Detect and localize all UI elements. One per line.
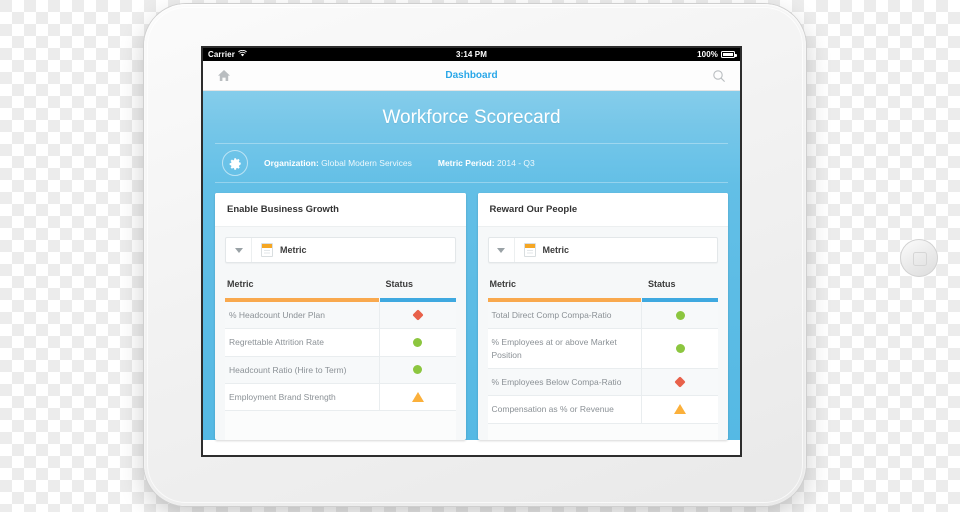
status-badge-green-circle	[675, 344, 685, 354]
home-button-icon[interactable]	[900, 239, 938, 277]
column-header-status: Status	[648, 279, 676, 289]
gear-icon[interactable]	[222, 150, 248, 176]
chevron-down-icon[interactable]	[489, 238, 515, 262]
chevron-down-icon[interactable]	[226, 238, 252, 262]
organization-value: Global Modern Services	[321, 158, 412, 168]
status-cell	[380, 302, 456, 328]
battery-percent-label: 100%	[697, 50, 718, 59]
metric-dropdown-label: Metric	[280, 245, 307, 255]
metric-name-cell: Headcount Ratio (Hire to Term)	[225, 356, 380, 383]
status-badge-yellow-triangle	[674, 404, 686, 415]
card-title: Enable Business Growth	[215, 193, 466, 227]
metric-dropdown[interactable]: Metric	[225, 237, 456, 263]
metric-name-cell: Total Direct Comp Compa-Ratio	[488, 302, 642, 329]
status-badge-green-circle	[675, 310, 685, 320]
metric-name-cell: Compensation as % or Revenue	[488, 396, 642, 423]
metric-period-label: Metric Period:	[437, 158, 495, 168]
table-row[interactable]: Regrettable Attrition Rate	[225, 329, 456, 357]
table-header: Metric Status	[225, 279, 456, 289]
metric-rows-0: % Headcount Under Plan Regrettable Attrit…	[225, 302, 456, 440]
document-icon	[523, 243, 536, 257]
table-row[interactable]: Compensation as % or Revenue	[487, 396, 718, 424]
organization-label: Organization:	[264, 158, 319, 168]
status-badge-green-circle	[413, 365, 422, 375]
status-bar-left: Carrier	[208, 49, 456, 59]
status-badge-yellow-triangle	[411, 392, 424, 403]
scorecard-card-reward-our-people: Reward Our People Metric Metric Status T…	[477, 193, 729, 440]
page-title: Dashboard	[445, 70, 498, 81]
status-cell	[642, 302, 718, 328]
metric-period-meta: Metric Period: 2014 - Q3	[438, 158, 535, 168]
metric-rows-1: Total Direct Comp Compa-Ratio% Employees…	[487, 302, 718, 440]
navigation-bar: Dashboard	[203, 61, 740, 91]
status-cell	[642, 396, 718, 422]
scorecard-card-enable-business-growth: Enable Business Growth Metric Metric Sta…	[215, 193, 466, 440]
home-icon[interactable]	[216, 68, 232, 84]
metric-name-cell: Employment Brand Strength	[225, 383, 380, 411]
search-icon[interactable]	[711, 68, 727, 84]
metric-name-cell: Regrettable Attrition Rate	[225, 329, 380, 356]
wifi-icon	[238, 49, 247, 59]
tablet-screen: Carrier 3:14 PM 100% Dashboard Workforce…	[203, 48, 740, 455]
table-row[interactable]: Employment Brand Strength	[225, 383, 456, 412]
status-badge-red-diamond	[411, 309, 424, 321]
column-header-metric: Metric	[489, 279, 517, 289]
card-title: Reward Our People	[477, 193, 728, 227]
organization-meta: Organization: Global Modern Services	[264, 158, 412, 168]
table-row[interactable]: Total Direct Comp Compa-Ratio	[487, 302, 718, 330]
card-body: Metric Metric Status Total Direct Comp C…	[478, 227, 729, 440]
metric-name-cell: % Employees Below Compa-Ratio	[488, 368, 642, 396]
metric-dropdown-label: Metric	[542, 245, 570, 255]
table-row[interactable]: % Employees at or above Market Position	[487, 329, 718, 369]
status-cell	[380, 384, 456, 410]
table-row[interactable]: % Headcount Under Plan	[225, 302, 456, 330]
scorecard-cards-container: Enable Business Growth Metric Metric Sta…	[203, 185, 740, 440]
table-header: Metric Status	[488, 279, 719, 289]
status-cell	[380, 329, 456, 355]
status-badge-green-circle	[413, 337, 422, 347]
status-bar-time: 3:14 PM	[456, 50, 487, 59]
hero-meta-bar: Organization: Global Modern Services Met…	[215, 143, 728, 183]
column-header-status: Status	[385, 279, 414, 289]
status-bar: Carrier 3:14 PM 100%	[203, 48, 740, 61]
status-cell	[642, 329, 718, 368]
table-row[interactable]: % Employees Below Compa-Ratio	[487, 368, 718, 397]
battery-icon	[721, 51, 737, 58]
status-cell	[380, 357, 456, 383]
column-header-metric: Metric	[227, 279, 254, 289]
status-bar-right: 100%	[487, 50, 737, 59]
card-body: Metric Metric Status % Headcount Under P…	[215, 227, 466, 440]
document-icon	[261, 243, 273, 257]
metric-name-cell: % Employees at or above Market Position	[488, 329, 642, 368]
hero-banner: Workforce Scorecard Organization: Global…	[203, 91, 740, 185]
metric-dropdown[interactable]: Metric	[487, 237, 718, 263]
metric-period-value: 2014 - Q3	[496, 158, 535, 168]
metric-name-cell: % Headcount Under Plan	[225, 302, 380, 329]
carrier-label: Carrier	[208, 50, 235, 59]
status-cell	[642, 369, 718, 395]
hero-title: Workforce Scorecard	[382, 107, 561, 128]
status-badge-red-diamond	[674, 376, 686, 388]
table-row[interactable]: Headcount Ratio (Hire to Term)	[225, 356, 456, 384]
